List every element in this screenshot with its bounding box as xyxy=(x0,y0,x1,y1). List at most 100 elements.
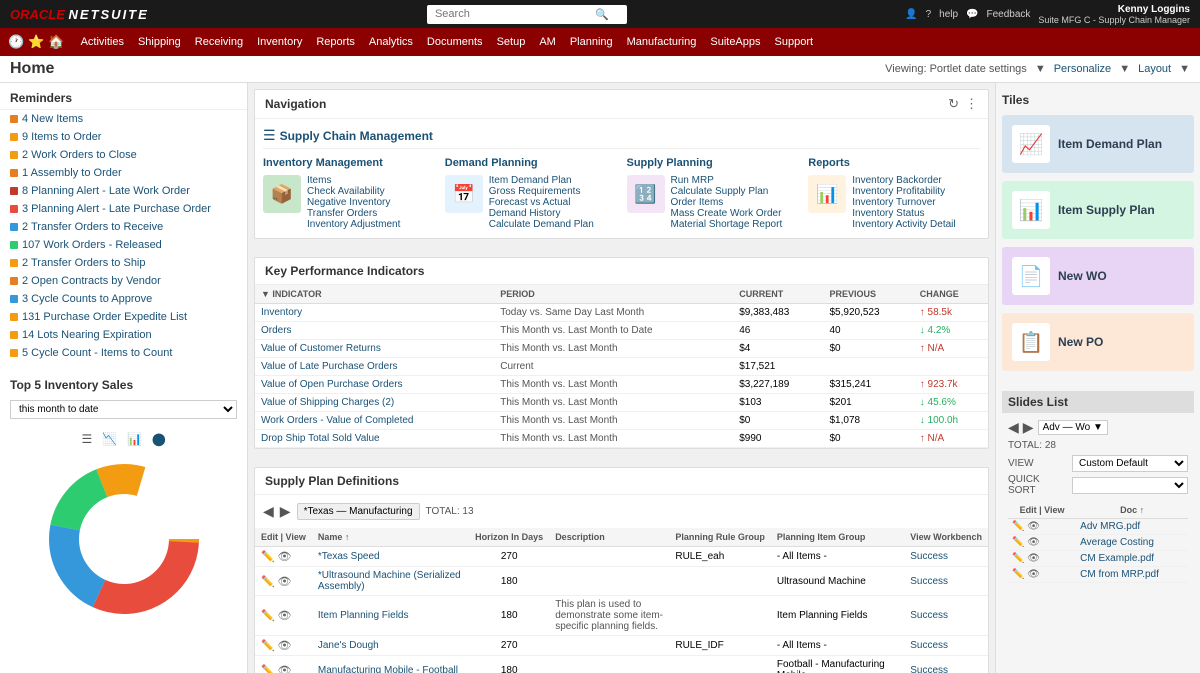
sp-workbench[interactable]: Success xyxy=(904,636,988,656)
kpi-indicator[interactable]: Value of Open Purchase Orders xyxy=(255,376,494,394)
nav-item-suiteapps[interactable]: SuiteApps xyxy=(704,28,766,56)
tile-item-demand-plan[interactable]: 📈 Item Demand Plan xyxy=(1002,115,1194,173)
nav-item-documents[interactable]: Documents xyxy=(421,28,489,56)
slides-edit-icon[interactable]: ✏️ xyxy=(1012,569,1024,580)
nav-item-planning[interactable]: Planning xyxy=(564,28,619,56)
kpi-indicator[interactable]: Drop Ship Total Sold Value xyxy=(255,430,494,448)
reminder-link[interactable]: 1 Assembly to Order xyxy=(22,167,122,179)
reminder-link[interactable]: 8 Planning Alert - Late Work Order xyxy=(22,185,190,197)
reminder-link[interactable]: 2 Transfer Orders to Receive xyxy=(22,221,163,233)
supply-plan-prev[interactable]: ◀ xyxy=(263,503,274,520)
viewing-chevron[interactable]: ▼ xyxy=(1035,63,1046,75)
nav-item-reports[interactable]: Reports xyxy=(310,28,361,56)
nav-item-setup[interactable]: Setup xyxy=(491,28,532,56)
layout-link[interactable]: Layout xyxy=(1138,63,1171,75)
sp-view-icon[interactable]: 👁 xyxy=(277,665,291,673)
supply-plan-filter[interactable]: *Texas — Manufacturing xyxy=(297,503,420,520)
chart-list-icon[interactable]: ☰ xyxy=(78,431,95,447)
tile-new-po[interactable]: 📋 New PO xyxy=(1002,313,1194,371)
kpi-indicator[interactable]: Value of Customer Returns xyxy=(255,340,494,358)
history-icon[interactable]: 🕐 xyxy=(8,34,24,50)
sp-name[interactable]: Jane's Dough xyxy=(312,636,469,656)
reminder-link[interactable]: 131 Purchase Order Expedite List xyxy=(22,311,187,323)
sp-edit-icon[interactable]: ✏️ xyxy=(261,665,275,673)
demand-link-plan[interactable]: Item Demand Plan xyxy=(489,175,594,186)
slides-view-select[interactable]: Custom Default xyxy=(1072,455,1188,472)
home-icon[interactable]: 🏠 xyxy=(48,34,64,50)
nav-item-analytics[interactable]: Analytics xyxy=(363,28,419,56)
refresh-icon[interactable]: ↻ xyxy=(948,96,959,112)
reminder-link[interactable]: 107 Work Orders - Released xyxy=(22,239,162,251)
sp-view-icon[interactable]: 👁 xyxy=(277,610,291,622)
reports-link-profitability[interactable]: Inventory Profitability xyxy=(852,186,955,197)
reminder-link[interactable]: 3 Cycle Counts to Approve xyxy=(22,293,152,305)
sp-view-icon[interactable]: 👁 xyxy=(277,551,291,563)
inventory-link-check[interactable]: Check Availability xyxy=(307,186,400,197)
layout-chevron[interactable]: ▼ xyxy=(1179,63,1190,75)
kpi-indicator[interactable]: Value of Shipping Charges (2) xyxy=(255,394,494,412)
personalize-link[interactable]: Personalize xyxy=(1054,63,1111,75)
slides-edit-icon[interactable]: ✏️ xyxy=(1012,521,1024,532)
slides-view-icon[interactable]: 👁 xyxy=(1027,537,1040,548)
slides-edit-icon[interactable]: ✏️ xyxy=(1012,537,1024,548)
tile-item-supply-plan[interactable]: 📊 Item Supply Plan xyxy=(1002,181,1194,239)
sp-workbench[interactable]: Success xyxy=(904,596,988,636)
chart-bar-icon[interactable]: 📊 xyxy=(124,431,145,447)
nav-item-inventory[interactable]: Inventory xyxy=(251,28,308,56)
sp-workbench[interactable]: Success xyxy=(904,656,988,673)
slides-prev-btn[interactable]: ◀ xyxy=(1008,419,1019,436)
reminder-link[interactable]: 2 Open Contracts by Vendor xyxy=(22,275,161,287)
supply-plan-next[interactable]: ▶ xyxy=(280,503,291,520)
demand-link-forecast[interactable]: Forecast vs Actual xyxy=(489,197,594,208)
inventory-link-items[interactable]: Items xyxy=(307,175,400,186)
kpi-indicator[interactable]: Inventory xyxy=(255,304,494,322)
period-select[interactable]: this month to date xyxy=(10,400,237,419)
demand-link-history[interactable]: Demand History xyxy=(489,208,594,219)
demand-link-gross[interactable]: Gross Requirements xyxy=(489,186,594,197)
supply-link-mass[interactable]: Mass Create Work Order xyxy=(671,208,783,219)
slides-view-icon[interactable]: 👁 xyxy=(1027,569,1040,580)
reports-link-status[interactable]: Inventory Status xyxy=(852,208,955,219)
reminder-link[interactable]: 14 Lots Nearing Expiration xyxy=(22,329,152,341)
sp-name[interactable]: Manufacturing Mobile - Football xyxy=(312,656,469,673)
inventory-link-transfer[interactable]: Transfer Orders xyxy=(307,208,400,219)
inventory-link-negative[interactable]: Negative Inventory xyxy=(307,197,400,208)
more-icon[interactable]: ⋮ xyxy=(965,96,978,112)
kpi-indicator[interactable]: Value of Late Purchase Orders xyxy=(255,358,494,376)
nav-item-receiving[interactable]: Receiving xyxy=(189,28,249,56)
reports-link-turnover[interactable]: Inventory Turnover xyxy=(852,197,955,208)
reports-link-activity[interactable]: Inventory Activity Detail xyxy=(852,219,955,230)
supply-link-calc[interactable]: Calculate Supply Plan xyxy=(671,186,783,197)
nav-item-am[interactable]: AM xyxy=(533,28,562,56)
sp-name[interactable]: *Texas Speed xyxy=(312,547,469,567)
tile-new-wo[interactable]: 📄 New WO xyxy=(1002,247,1194,305)
supply-link-order[interactable]: Order Items xyxy=(671,197,783,208)
sp-view-icon[interactable]: 👁 xyxy=(277,576,291,588)
supply-link-mrp[interactable]: Run MRP xyxy=(671,175,783,186)
nav-item-activities[interactable]: Activities xyxy=(75,28,130,56)
sp-name[interactable]: Item Planning Fields xyxy=(312,596,469,636)
slides-dropdown[interactable]: Adv — Wo ▼ xyxy=(1038,420,1108,435)
slides-doc[interactable]: Average Costing xyxy=(1076,535,1188,551)
chart-line-icon[interactable]: 📉 xyxy=(99,431,120,447)
demand-link-calculate[interactable]: Calculate Demand Plan xyxy=(489,219,594,230)
supply-link-shortage[interactable]: Material Shortage Report xyxy=(671,219,783,230)
kpi-indicator[interactable]: Work Orders - Value of Completed xyxy=(255,412,494,430)
inventory-link-adjustment[interactable]: Inventory Adjustment xyxy=(307,219,400,230)
sp-workbench[interactable]: Success xyxy=(904,547,988,567)
slides-doc[interactable]: CM from MRP.pdf xyxy=(1076,567,1188,583)
slides-quicksort-select[interactable] xyxy=(1072,477,1188,494)
sp-name[interactable]: *Ultrasound Machine (Serialized Assembly… xyxy=(312,567,469,596)
sp-view-icon[interactable]: 👁 xyxy=(277,640,291,652)
sp-edit-icon[interactable]: ✏️ xyxy=(261,610,275,622)
slides-doc[interactable]: CM Example.pdf xyxy=(1076,551,1188,567)
sp-edit-icon[interactable]: ✏️ xyxy=(261,640,275,652)
reports-link-backorder[interactable]: Inventory Backorder xyxy=(852,175,955,186)
slides-edit-icon[interactable]: ✏️ xyxy=(1012,553,1024,564)
kpi-indicator[interactable]: Orders xyxy=(255,322,494,340)
reminder-link[interactable]: 9 Items to Order xyxy=(22,131,101,143)
search-input[interactable] xyxy=(435,8,595,20)
nav-item-support[interactable]: Support xyxy=(769,28,820,56)
star-icon[interactable]: ⭐ xyxy=(28,34,44,50)
reminder-link[interactable]: 4 New Items xyxy=(22,113,83,125)
